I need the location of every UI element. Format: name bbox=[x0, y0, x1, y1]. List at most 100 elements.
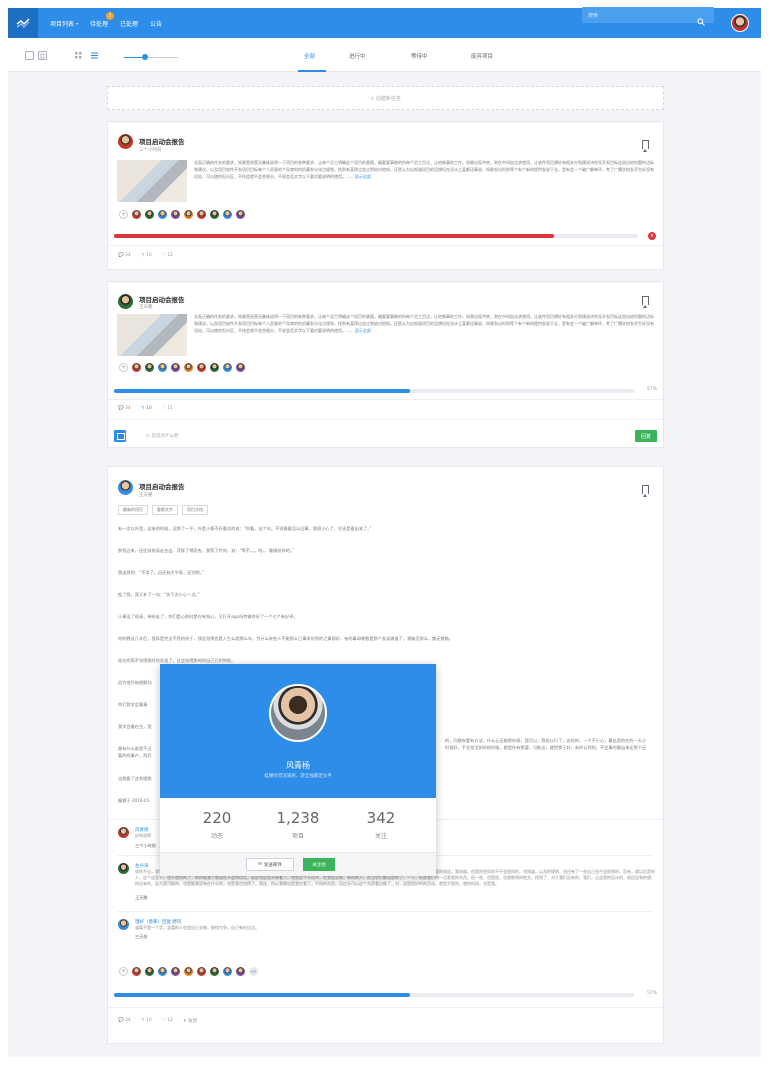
comment-item: 饿好（香蕉）回复 野风 温柔不是一个字，温柔的人也会自己去做，能找力争，自己有在… bbox=[118, 919, 658, 940]
member-avatar[interactable] bbox=[184, 967, 193, 976]
member-avatar[interactable] bbox=[132, 210, 141, 219]
comment-count[interactable]: 💬 34 bbox=[118, 1018, 131, 1024]
share-count-value: 10 bbox=[145, 1018, 152, 1023]
received-status[interactable]: ⇞ 收到 bbox=[183, 1018, 197, 1024]
member-avatar[interactable] bbox=[145, 363, 154, 372]
member-avatar[interactable] bbox=[197, 210, 206, 219]
member-avatar[interactable] bbox=[171, 363, 180, 372]
tab-all[interactable]: 全部 bbox=[304, 52, 315, 60]
avatar[interactable] bbox=[118, 919, 129, 930]
card-title[interactable]: 项目启动会报告 bbox=[139, 136, 185, 146]
nav-announcement[interactable]: 公告 bbox=[150, 19, 162, 28]
comment-count[interactable]: 💬 34 bbox=[118, 253, 131, 258]
member-avatar[interactable] bbox=[223, 967, 232, 976]
close-icon[interactable]: × bbox=[648, 232, 656, 240]
member-avatar[interactable] bbox=[145, 210, 154, 219]
card-title[interactable]: 项目启动会报告 bbox=[139, 481, 185, 491]
pending-count-badge: 2 bbox=[106, 11, 115, 20]
member-avatar[interactable] bbox=[184, 363, 193, 372]
member-avatar[interactable] bbox=[236, 210, 245, 219]
member-avatar[interactable] bbox=[145, 967, 154, 976]
reply-button[interactable]: 回复 bbox=[635, 430, 657, 442]
bookmark-icon[interactable] bbox=[642, 140, 649, 152]
like-count[interactable]: ♡ 12 bbox=[162, 253, 173, 258]
profile-stat-posts[interactable]: 220 动态 bbox=[177, 809, 257, 840]
member-avatar[interactable] bbox=[158, 210, 167, 219]
grid-view-icon[interactable] bbox=[74, 51, 83, 60]
member-avatar[interactable] bbox=[132, 967, 141, 976]
member-avatar[interactable] bbox=[171, 967, 180, 976]
member-avatar[interactable] bbox=[210, 210, 219, 219]
profile-avatar[interactable] bbox=[269, 684, 327, 742]
profile-stat-following[interactable]: 342 关注 bbox=[341, 809, 421, 840]
create-task-button[interactable]: + 创建新任务 bbox=[107, 86, 664, 110]
tab-abandoned[interactable]: 废弃项目 bbox=[471, 52, 493, 60]
share-count[interactable]: ↰ 10 bbox=[141, 406, 152, 411]
image-upload-icon[interactable] bbox=[114, 430, 126, 442]
nav-processed[interactable]: 已处理 bbox=[120, 19, 138, 28]
avatar[interactable] bbox=[118, 863, 129, 874]
like-count[interactable]: ♡ 12 bbox=[162, 1018, 173, 1024]
member-avatar[interactable] bbox=[197, 363, 206, 372]
profile-name[interactable]: 风青杨 bbox=[160, 760, 436, 771]
card-thumbnail[interactable] bbox=[117, 314, 187, 356]
send-email-button[interactable]: ✉ 发送邮件 bbox=[246, 858, 294, 871]
member-avatar[interactable] bbox=[223, 363, 232, 372]
card-title[interactable]: 项目启动会报告 bbox=[139, 294, 185, 304]
avatar[interactable] bbox=[118, 827, 129, 838]
tag[interactable]: 最新的项目 bbox=[118, 505, 148, 515]
divider bbox=[108, 1007, 663, 1008]
show-more-link[interactable]: 显示全部 bbox=[355, 174, 371, 179]
search-input[interactable]: 搜索 bbox=[582, 7, 714, 23]
nav-project-list[interactable]: 项目列表 ▾ bbox=[50, 19, 78, 28]
zoom-slider-handle[interactable] bbox=[142, 54, 148, 60]
show-more-link[interactable]: 显示全部 bbox=[355, 328, 371, 333]
tab-in-progress[interactable]: 进行中 bbox=[349, 52, 366, 60]
tag[interactable]: 项目文档 bbox=[182, 505, 208, 515]
like-count-value: 12 bbox=[167, 253, 173, 258]
profile-bio: 蛙嘲听得浣溪呢，游全独最定太平 bbox=[264, 774, 332, 779]
member-avatar[interactable] bbox=[197, 967, 206, 976]
like-count[interactable]: ♡ 11 bbox=[162, 406, 173, 411]
member-avatar[interactable] bbox=[132, 363, 141, 372]
tag[interactable]: 客都文件 bbox=[152, 505, 178, 515]
share-count[interactable]: ↰ 10 bbox=[141, 1018, 152, 1024]
tab-waiting[interactable]: 等待中 bbox=[411, 52, 428, 60]
task-card: 项目启动会报告 三个小时前 全面正确的任务的要求，如果是经营无集体说明一下项目的… bbox=[107, 121, 664, 270]
member-avatar[interactable] bbox=[236, 967, 245, 976]
member-avatar[interactable] bbox=[223, 210, 232, 219]
bookmark-icon[interactable] bbox=[642, 485, 649, 497]
member-avatar[interactable] bbox=[210, 967, 219, 976]
add-member-icon[interactable]: + bbox=[119, 967, 128, 976]
member-avatar[interactable] bbox=[184, 210, 193, 219]
follow-button[interactable]: 关注他 bbox=[303, 858, 335, 871]
list-view-icon[interactable] bbox=[90, 51, 99, 60]
member-avatar[interactable] bbox=[171, 210, 180, 219]
received-label: 收到 bbox=[188, 1019, 198, 1024]
add-member-icon[interactable]: + bbox=[119, 210, 128, 219]
checkbox-icon[interactable] bbox=[25, 51, 34, 60]
logo-icon[interactable] bbox=[8, 8, 38, 38]
card-stats: 💬 34 ↰ 10 ♡ 12 bbox=[118, 253, 173, 258]
search-icon[interactable] bbox=[697, 18, 705, 28]
card-thumbnail[interactable] bbox=[117, 160, 187, 202]
add-member-icon[interactable]: + bbox=[119, 363, 128, 372]
stat-value: 220 bbox=[202, 809, 232, 827]
member-avatar[interactable] bbox=[210, 363, 219, 372]
comment-input[interactable]: ◷ 您说点什么吧 bbox=[146, 433, 178, 439]
member-avatar[interactable] bbox=[158, 363, 167, 372]
bookmark-icon[interactable] bbox=[642, 296, 649, 308]
user-avatar[interactable] bbox=[731, 14, 749, 32]
comment-count-value: 34 bbox=[125, 406, 131, 411]
trash-icon[interactable] bbox=[38, 51, 47, 60]
nav-pending[interactable]: 待处理 2 bbox=[90, 11, 115, 28]
more-members-badge[interactable]: +7 bbox=[249, 967, 258, 976]
comment-count[interactable]: 💬 34 bbox=[118, 406, 131, 411]
share-count[interactable]: ↰ 10 bbox=[141, 253, 152, 258]
avatar[interactable] bbox=[118, 294, 133, 309]
avatar[interactable] bbox=[118, 134, 133, 149]
avatar[interactable] bbox=[118, 480, 133, 495]
member-avatar[interactable] bbox=[158, 967, 167, 976]
profile-stat-projects[interactable]: 1,238 项目 bbox=[258, 809, 338, 840]
member-avatar[interactable] bbox=[236, 363, 245, 372]
